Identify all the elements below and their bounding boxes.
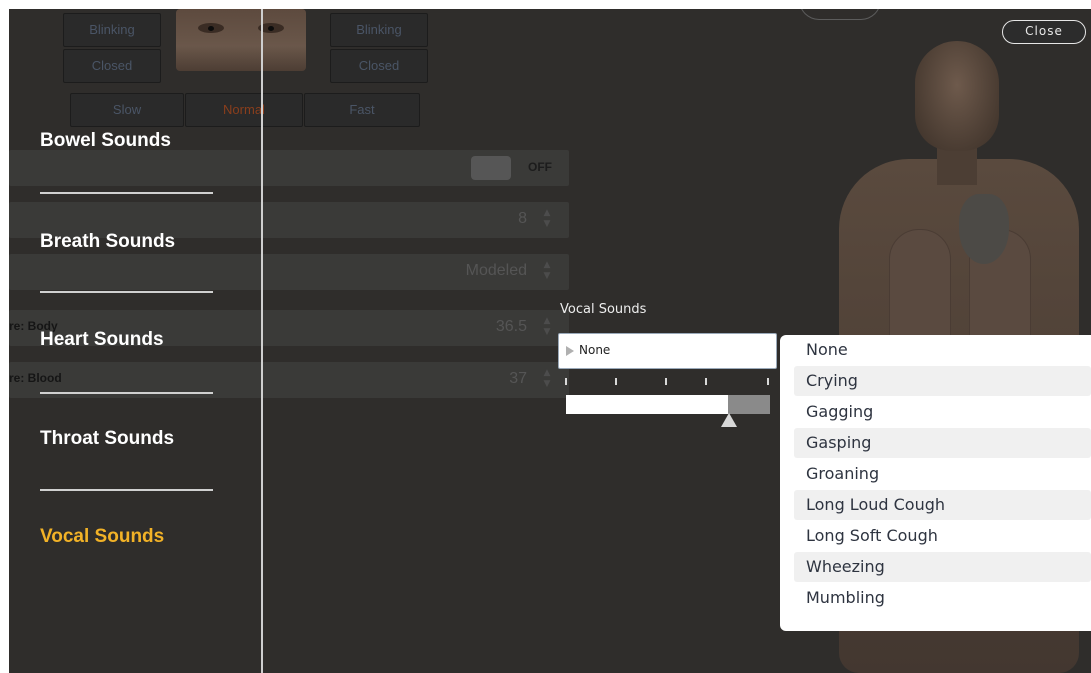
volume-tick [565,378,567,385]
speed-normal-button[interactable]: Normal [185,93,303,127]
heart-organ [959,194,1009,264]
category-separator [40,489,213,491]
mode-value: Modeled [465,262,527,279]
left-eye [198,23,224,33]
dropdown-option-groaning[interactable]: Groaning [794,459,1091,489]
speech-bubble [799,9,881,20]
category-breath-sounds[interactable]: Breath Sounds [40,231,175,253]
dropdown-option-none[interactable]: None [794,335,1091,365]
patient-head [915,41,999,151]
right-eye-blinking-button[interactable]: Blinking [330,13,428,47]
category-separator [40,392,213,394]
left-pupil [208,26,214,31]
category-separator [40,291,213,293]
close-button[interactable]: Close [1002,20,1086,44]
category-throat-sounds[interactable]: Throat Sounds [40,428,174,450]
category-heart-sounds[interactable]: Heart Sounds [40,329,164,351]
dropdown-option-mumbling[interactable]: Mumbling [794,583,1091,613]
right-eye-closed-button[interactable]: Closed [330,49,428,83]
volume-slider-thumb[interactable] [721,413,737,427]
category-bowel-sounds[interactable]: Bowel Sounds [40,130,171,152]
face-image [176,9,306,71]
body-temperature-value: 36.5 [495,318,527,335]
mode-stepper-icon[interactable]: ▲ ▼ [541,260,553,282]
volume-tick [615,378,617,385]
category-vocal-sounds[interactable]: Vocal Sounds [40,526,164,548]
volume-tick [705,378,707,385]
blood-temperature-stepper-icon[interactable]: ▲ ▼ [541,368,553,390]
dropdown-option-long-loud-cough[interactable]: Long Loud Cough [794,490,1091,520]
dropdown-option-gasping[interactable]: Gasping [794,428,1091,458]
blood-temperature-label: re: Blood [9,371,62,385]
vocal-sounds-title: Vocal Sounds [560,302,647,317]
volume-tick [767,378,769,385]
speed-slow-button[interactable]: Slow [70,93,184,127]
dropdown-option-wheezing[interactable]: Wheezing [794,552,1091,582]
vocal-sound-dropdown: None Crying Gagging Gasping Groaning Lon… [780,335,1091,631]
setting-row-toggle: OFF [9,150,569,186]
left-eye-closed-button[interactable]: Closed [63,49,161,83]
toggle-state-label: OFF [528,160,552,174]
body-temperature-stepper-icon[interactable]: ▲ ▼ [541,316,553,338]
volume-tick [665,378,667,385]
toggle-switch[interactable] [471,156,511,180]
dropdown-option-gagging[interactable]: Gagging [794,397,1091,427]
setting-row-mode: Modeled ▲ ▼ [9,254,569,290]
dropdown-option-crying[interactable]: Crying [794,366,1091,396]
dropdown-option-long-soft-cough[interactable]: Long Soft Cough [794,521,1091,551]
speed-fast-button[interactable]: Fast [304,93,420,127]
vocal-sound-selected-value: None [579,343,611,357]
patient-neck [937,145,977,185]
volume-slider-remaining [728,395,770,414]
rate-stepper-icon[interactable]: ▲ ▼ [541,208,553,230]
vertical-divider [261,9,263,673]
blood-temperature-value: 37 [509,370,527,387]
app-window: Blinking Closed Blinking Closed Slow Nor… [9,9,1091,673]
vocal-sound-select[interactable]: None [558,333,777,369]
category-separator [40,192,213,194]
left-eye-blinking-button[interactable]: Blinking [63,13,161,47]
play-arrow-icon [566,346,574,356]
right-pupil [268,26,274,31]
rate-value: 8 [518,210,527,227]
